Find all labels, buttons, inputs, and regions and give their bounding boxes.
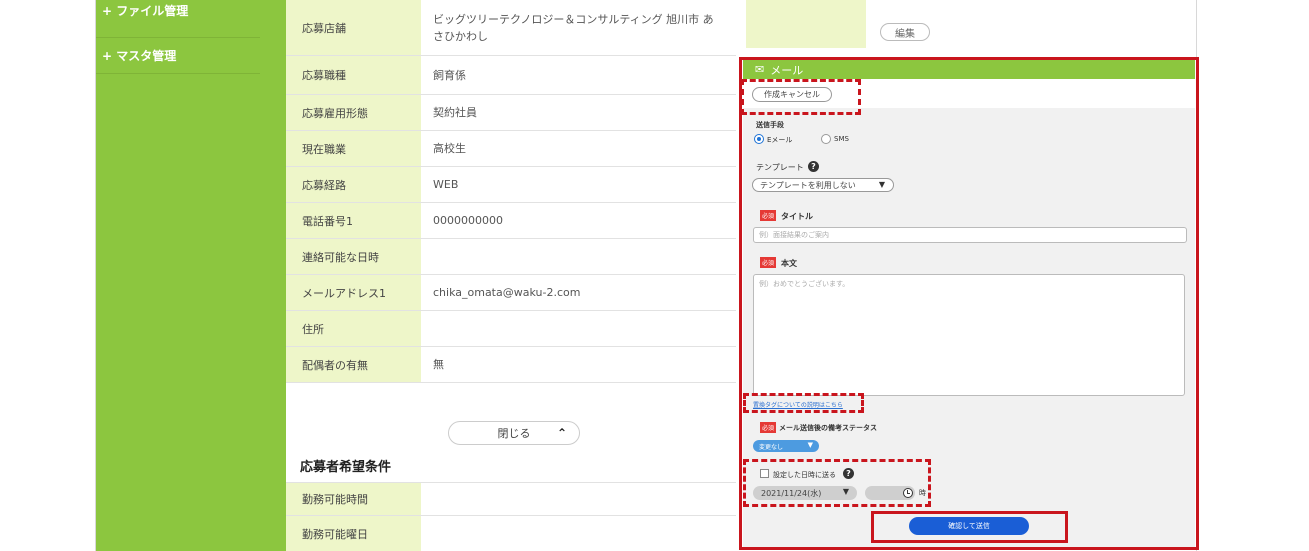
- row-value: chika_omata@waku-2.com: [433, 286, 581, 299]
- chevron-up-icon: ⌃: [556, 426, 567, 440]
- row-label: 住所: [286, 311, 421, 346]
- row-label: メールアドレス1: [286, 275, 421, 310]
- row-value: 契約社員: [433, 106, 477, 119]
- row-value: [421, 311, 736, 346]
- row-value: ビッグツリーテクノロジー＆コンサルティング 旭川市 あさひかわし: [433, 12, 714, 43]
- table-row: 応募経路 WEB: [286, 167, 736, 203]
- row-label: 配偶者の有無: [286, 347, 421, 382]
- row-value: [421, 239, 736, 274]
- table-row: 配偶者の有無 無: [286, 347, 736, 383]
- table-row: 電話番号1 0000000000: [286, 203, 736, 239]
- row-label: 応募職種: [286, 56, 421, 94]
- table-row: 勤務可能曜日: [286, 516, 736, 551]
- row-label: 現在職業: [286, 131, 421, 166]
- table-row: メールアドレス1 chika_omata@waku-2.com: [286, 275, 736, 311]
- row-value: WEB: [433, 178, 459, 191]
- sidebar-item-file-management[interactable]: + ファイル管理: [96, 0, 260, 38]
- schedule-highlight: [743, 459, 931, 507]
- row-value: [421, 483, 736, 515]
- table-row: 応募店舗 ビッグツリーテクノロジー＆コンサルティング 旭川市 あさひかわし: [286, 0, 736, 56]
- row-value: 高校生: [433, 142, 466, 155]
- table-row: 勤務可能時間: [286, 482, 736, 516]
- row-label: 応募経路: [286, 167, 421, 202]
- row-label: 応募店舗: [286, 0, 421, 55]
- send-highlight: [871, 511, 1068, 543]
- row-value: 無: [433, 358, 444, 371]
- applicant-info-table: 応募店舗 ビッグツリーテクノロジー＆コンサルティング 旭川市 あさひかわし 応募…: [286, 0, 736, 383]
- table-row: 応募雇用形態 契約社員: [286, 95, 736, 131]
- close-label: 閉じる: [497, 427, 531, 440]
- edit-button[interactable]: 編集: [880, 23, 930, 41]
- close-button[interactable]: 閉じる ⌃: [448, 421, 580, 445]
- row-label: 連絡可能な日時: [286, 239, 421, 274]
- section-title: 応募者希望条件: [300, 460, 392, 475]
- row-label: 電話番号1: [286, 203, 421, 238]
- row-label: [746, 0, 866, 48]
- table-row: 応募職種 飼育係: [286, 56, 736, 95]
- cancel-highlight: [741, 79, 861, 115]
- table-row: 連絡可能な日時: [286, 239, 736, 275]
- preferences-table: 勤務可能時間 勤務可能曜日: [286, 482, 736, 551]
- sidebar: + ファイル管理 + マスタ管理: [96, 0, 286, 551]
- row-label: 勤務可能曜日: [286, 516, 421, 551]
- row-value: 0000000000: [433, 214, 503, 227]
- row-value: 飼育係: [433, 68, 466, 82]
- row-value: [421, 516, 736, 551]
- table-row: 住所: [286, 311, 736, 347]
- row-label: 勤務可能時間: [286, 483, 421, 515]
- tag-link-highlight: [743, 393, 864, 413]
- sidebar-item-master-management[interactable]: + マスタ管理: [96, 38, 260, 74]
- top-right-row: [746, 0, 1196, 48]
- row-label: 応募雇用形態: [286, 95, 421, 130]
- table-row: 現在職業 高校生: [286, 131, 736, 167]
